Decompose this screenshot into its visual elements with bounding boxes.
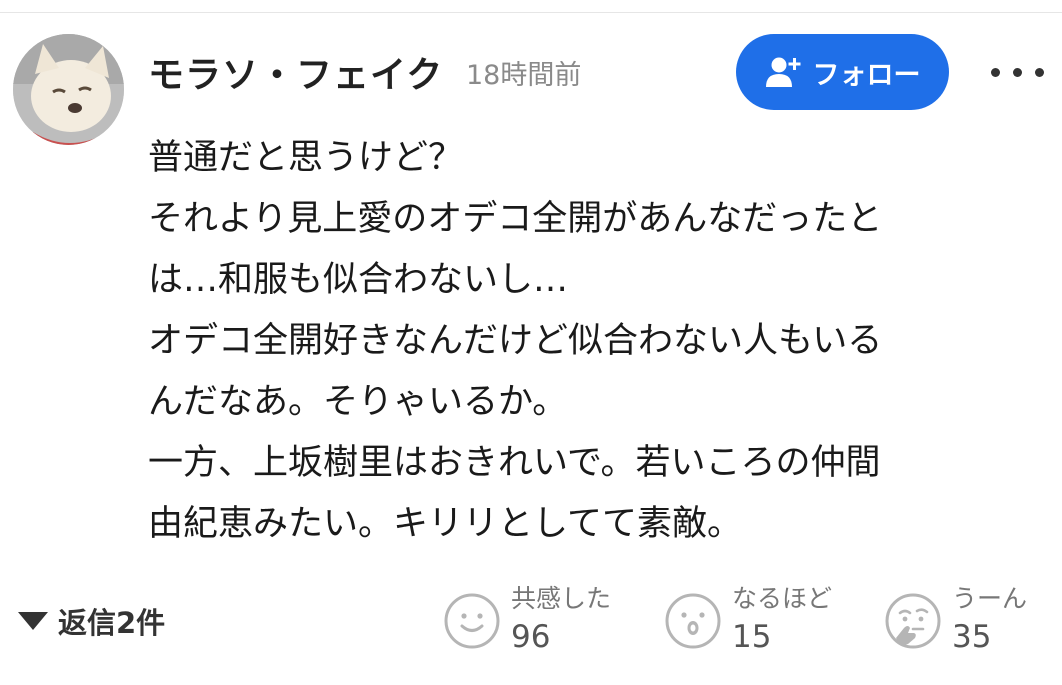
surprised-face-icon bbox=[665, 593, 721, 649]
comment-line: オデコ全開好きなんだけど似合わない人もいる bbox=[148, 321, 883, 361]
reaction-count: 96 bbox=[511, 619, 551, 655]
replies-toggle[interactable]: 返信2件 bbox=[18, 598, 165, 644]
reaction-empathy-button[interactable]: 共感した 96 bbox=[443, 580, 611, 662]
reaction-count: 35 bbox=[952, 619, 992, 655]
more-dots-icon bbox=[990, 67, 1000, 77]
divider bbox=[0, 12, 1062, 13]
comment-line: んだなあ。そりゃいるか。 bbox=[148, 382, 568, 422]
comment-line: は…和服も似合わないし… bbox=[148, 260, 569, 300]
comment-line: 一方、上坂樹里はおきれいで。若いころの仲間 bbox=[148, 443, 881, 483]
reaction-count: 15 bbox=[732, 619, 772, 655]
more-options-button[interactable] bbox=[984, 52, 1050, 92]
replies-label: 返信2件 bbox=[58, 606, 166, 640]
more-dots-icon bbox=[1034, 67, 1044, 77]
comment-card: モラソ・フェイク 18時間前 フォロー 普通だと思うけど？ それより見上愛のオデ… bbox=[0, 0, 1062, 685]
more-dots-icon bbox=[1012, 67, 1022, 77]
thinking-face-icon bbox=[885, 593, 941, 649]
reaction-insight-button[interactable]: なるほど 15 bbox=[664, 580, 832, 662]
add-user-icon bbox=[765, 57, 800, 87]
reaction-hmm-button[interactable]: うーん 35 bbox=[884, 580, 1027, 662]
timestamp: 18時間前 bbox=[466, 60, 582, 91]
avatar[interactable] bbox=[13, 34, 124, 145]
comment-body: 普通だと思うけど？ それより見上愛のオデコ全開があんなだったと は…和服も似合わ… bbox=[148, 128, 1048, 555]
dog-avatar-icon bbox=[13, 34, 124, 145]
smile-face-icon bbox=[444, 593, 500, 649]
comment-line: それより見上愛のオデコ全開があんなだったと bbox=[148, 199, 883, 239]
comment-line: 普通だと思うけど？ bbox=[148, 138, 464, 178]
follow-button[interactable]: フォロー bbox=[736, 34, 949, 110]
author-name[interactable]: モラソ・フェイク bbox=[148, 46, 443, 98]
reaction-label: なるほど bbox=[732, 584, 833, 613]
follow-label: フォロー bbox=[812, 59, 921, 91]
reaction-label: うーん bbox=[952, 584, 1028, 613]
comment-line: 由紀恵みたい。キリリとしてて素敵。 bbox=[148, 504, 742, 544]
reaction-label: 共感した bbox=[511, 584, 612, 613]
triangle-down-icon bbox=[18, 612, 48, 630]
